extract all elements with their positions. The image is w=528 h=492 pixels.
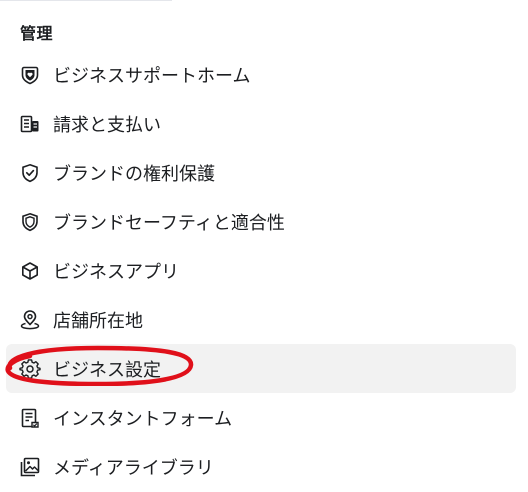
cube-icon	[19, 260, 41, 282]
menu-item-instant-forms[interactable]: インスタントフォーム	[6, 393, 516, 442]
shield-heart-icon	[19, 64, 41, 86]
gear-icon	[19, 358, 41, 380]
menu-item-business-settings[interactable]: ビジネス設定	[6, 344, 516, 393]
menu-item-label: インスタントフォーム	[53, 408, 233, 430]
menu-item-label: 請求と支払い	[53, 114, 161, 136]
menu-item-brand-safety-and-suitability[interactable]: ブランドセーフティと適合性	[6, 197, 516, 246]
menu-item-label: ブランドの権利保護	[53, 163, 215, 185]
menu-item-media-library[interactable]: メディアライブラリ	[6, 442, 516, 491]
menu-item-brand-rights-protection[interactable]: ブランドの権利保護	[6, 148, 516, 197]
menu-item-label: ビジネスサポートホーム	[53, 65, 251, 87]
menu-item-business-apps[interactable]: ビジネスアプリ	[6, 246, 516, 295]
shield-icon	[19, 211, 41, 233]
location-pin-icon	[19, 309, 41, 331]
shield-check-icon	[19, 162, 41, 184]
menu-item-label: メディアライブラリ	[53, 457, 214, 479]
billing-icon	[19, 113, 41, 135]
menu-item-label: ビジネス設定	[53, 359, 161, 381]
menu-item-business-support-home[interactable]: ビジネスサポートホーム	[6, 50, 516, 99]
admin-menu: ビジネスサポートホーム 請求と支払い ブランドの権利保護 ブランドセーフティと適…	[6, 50, 516, 491]
menu-item-label: ブランドセーフティと適合性	[53, 212, 285, 234]
section-title: 管理	[20, 24, 54, 43]
top-divider	[0, 0, 172, 1]
menu-item-billing-and-payments[interactable]: 請求と支払い	[6, 99, 516, 148]
menu-item-label: 店舗所在地	[53, 310, 143, 332]
form-icon	[19, 407, 41, 429]
menu-item-label: ビジネスアプリ	[53, 261, 179, 283]
menu-item-store-locations[interactable]: 店舗所在地	[6, 295, 516, 344]
media-library-icon	[19, 456, 41, 478]
